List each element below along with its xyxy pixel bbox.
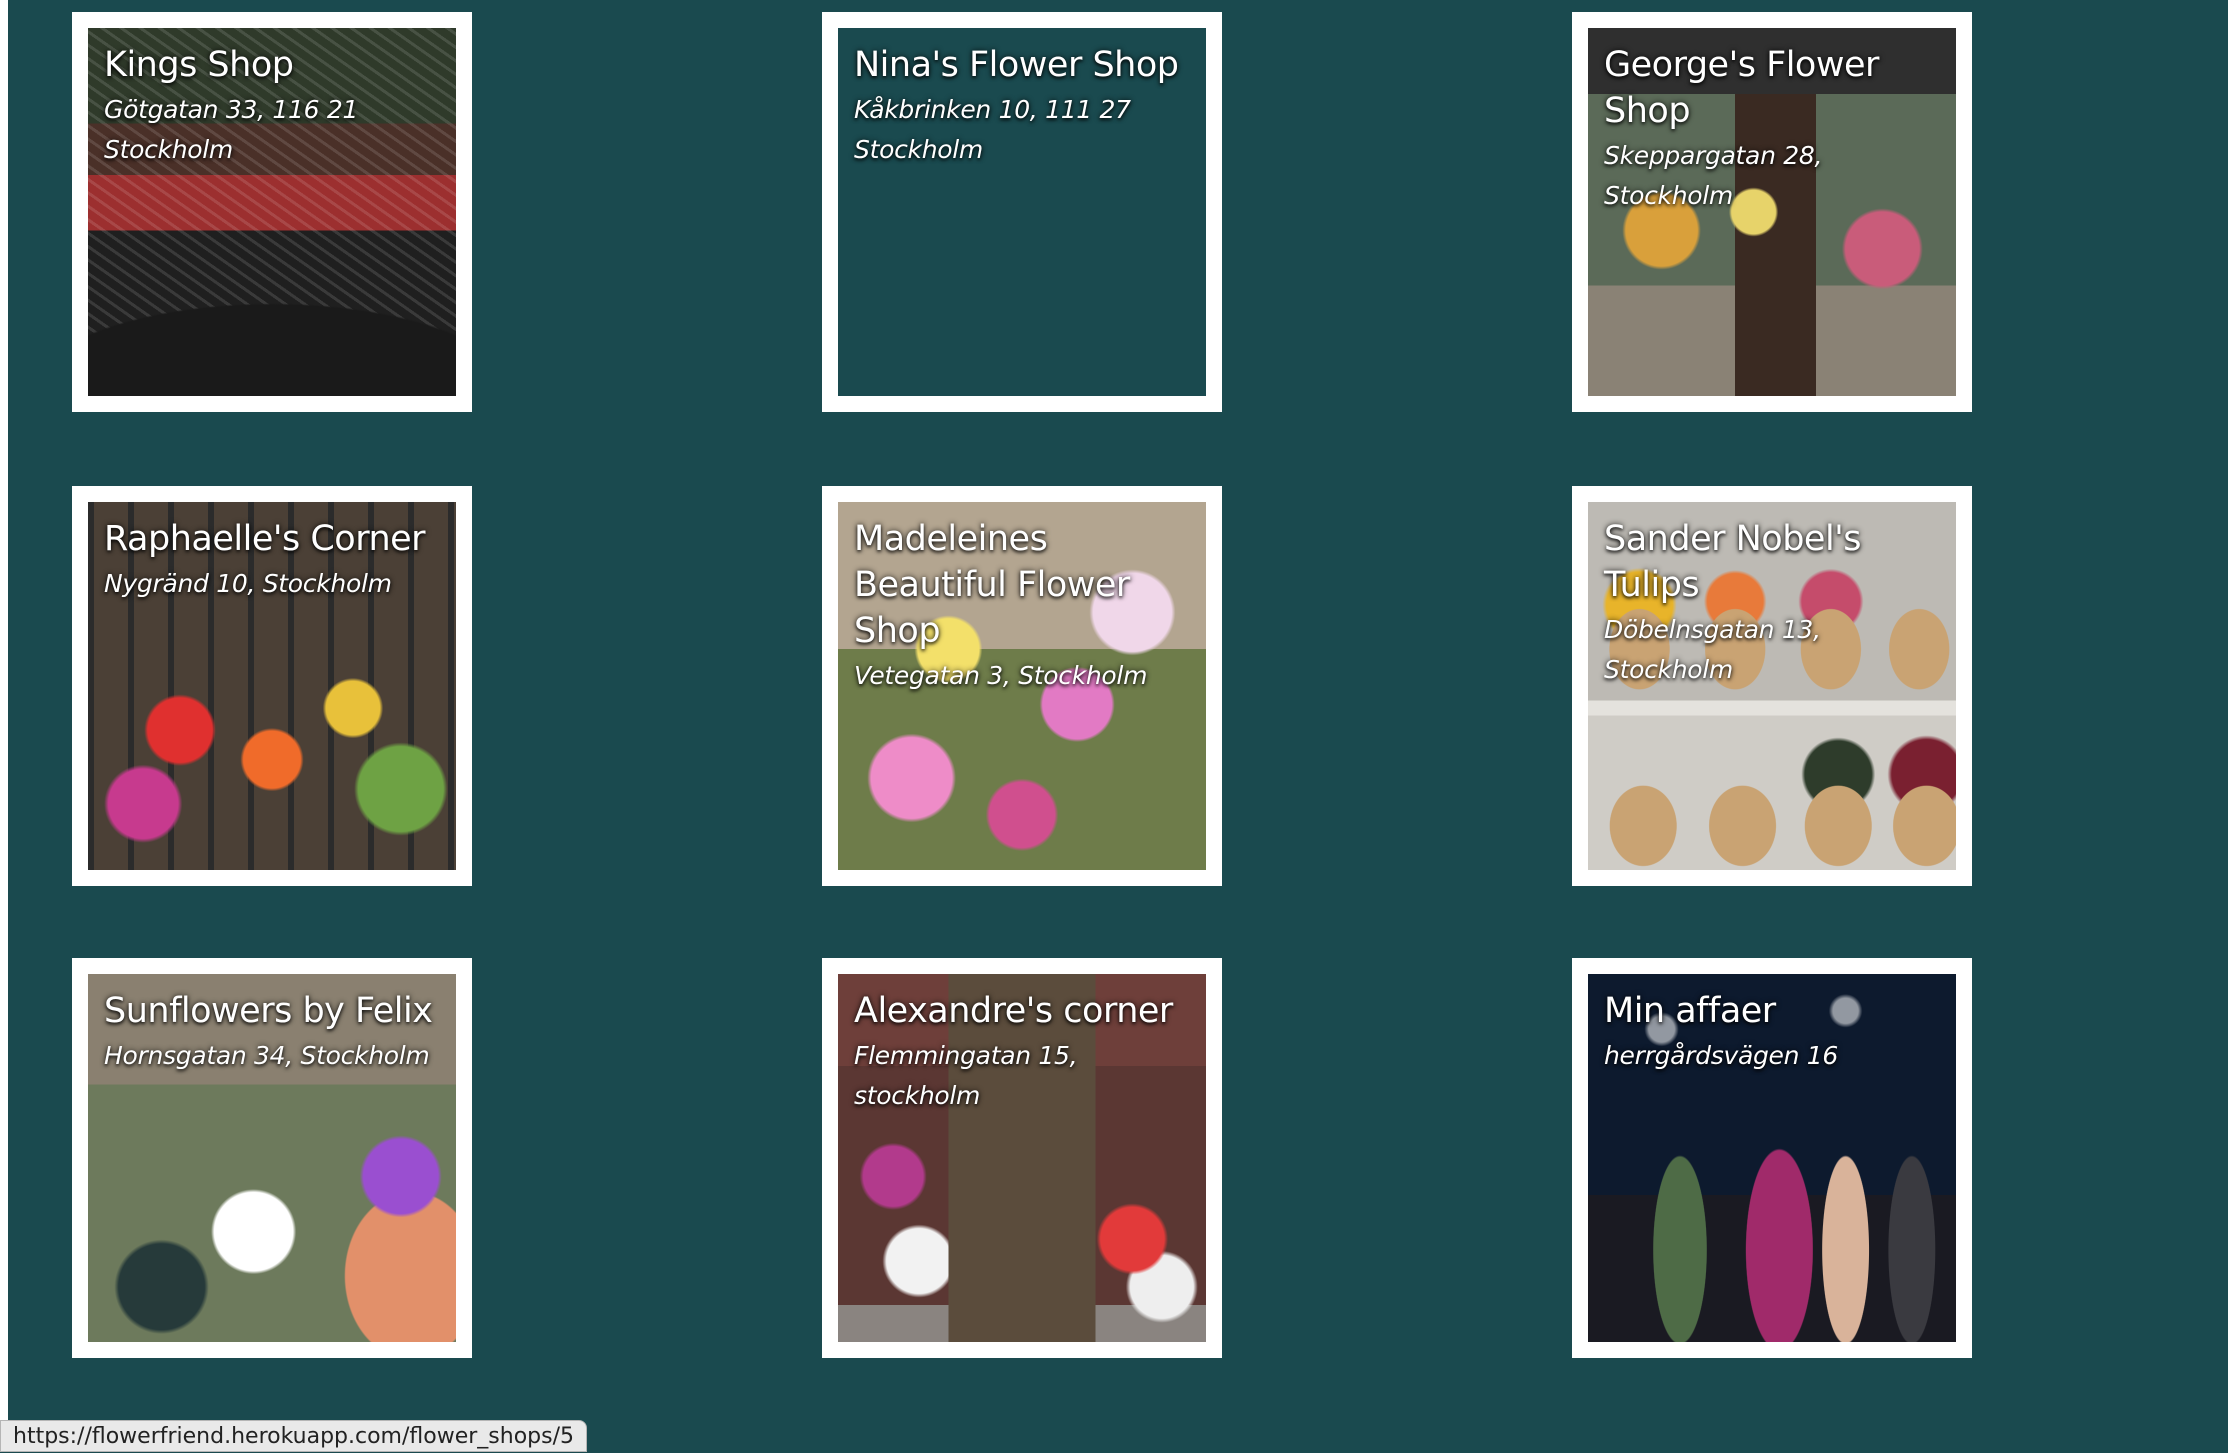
shop-name: Sunflowers by Felix [104,991,433,1031]
shop-caption: Nina's Flower Shop Kåkbrinken 10, 111 27… [854,42,1202,170]
shop-card-min-affaer[interactable]: Min affaer herrgårdsvägen 16 [1572,958,1972,1358]
shop-card-raphaelle[interactable]: Raphaelle's Corner Nygränd 10, Stockholm [72,486,472,886]
shop-card-kings[interactable]: Kings Shop Götgatan 33, 116 21 Stockholm [72,12,472,412]
shop-caption: George's Flower Shop Skeppargatan 28, St… [1604,42,1952,216]
shop-name: Raphaelle's Corner [104,519,426,559]
shop-caption: Alexandre's corner Flemmingatan 15, stoc… [854,988,1202,1116]
shop-name: Madeleines Beautiful Flower Shop [854,519,1130,651]
shop-card-madeleine[interactable]: Madeleines Beautiful Flower Shop Vetegat… [822,486,1222,886]
link-status-bar: https://flowerfriend.herokuapp.com/flowe… [0,1420,587,1452]
shop-address: Götgatan 33, 116 21 Stockholm [104,95,359,164]
shop-card-george[interactable]: George's Flower Shop Skeppargatan 28, St… [1572,12,1972,412]
shop-address: Döbelnsgatan 13, Stockholm [1604,615,1821,684]
shop-caption: Madeleines Beautiful Flower Shop Vetegat… [854,516,1202,696]
shop-photo: George's Flower Shop Skeppargatan 28, St… [1588,28,1956,396]
shop-address: Flemmingatan 15, stockholm [854,1041,1078,1110]
shop-address: Skeppargatan 28, Stockholm [1604,141,1823,210]
shop-address: Nygränd 10, Stockholm [104,569,392,598]
shop-photo: Min affaer herrgårdsvägen 16 [1588,974,1956,1342]
shop-caption: Raphaelle's Corner Nygränd 10, Stockholm [104,516,452,604]
shop-address: herrgårdsvägen 16 [1604,1041,1839,1070]
shop-photo: Raphaelle's Corner Nygränd 10, Stockholm [88,502,456,870]
shop-caption: Kings Shop Götgatan 33, 116 21 Stockholm [104,42,452,170]
shop-name: Min affaer [1604,991,1776,1031]
shop-caption: Sunflowers by Felix Hornsgatan 34, Stock… [104,988,452,1076]
shop-name: George's Flower Shop [1604,45,1879,131]
shop-name: Nina's Flower Shop [854,45,1179,85]
shop-address: Hornsgatan 34, Stockholm [104,1041,430,1070]
shop-name: Sander Nobel's Tulips [1604,519,1862,605]
shop-address: Vetegatan 3, Stockholm [854,661,1148,690]
shop-address: Kåkbrinken 10, 111 27 Stockholm [854,95,1131,164]
page-left-edge [0,0,8,1444]
shop-caption: Sander Nobel's Tulips Döbelnsgatan 13, S… [1604,516,1952,690]
shop-photo: Nina's Flower Shop Kåkbrinken 10, 111 27… [838,28,1206,396]
shop-caption: Min affaer herrgårdsvägen 16 [1604,988,1952,1076]
shop-card-nina[interactable]: Nina's Flower Shop Kåkbrinken 10, 111 27… [822,12,1222,412]
shop-name: Kings Shop [104,45,294,85]
shop-card-alexandre[interactable]: Alexandre's corner Flemmingatan 15, stoc… [822,958,1222,1358]
shop-photo: Sander Nobel's Tulips Döbelnsgatan 13, S… [1588,502,1956,870]
shop-photo: Madeleines Beautiful Flower Shop Vetegat… [838,502,1206,870]
shop-photo: Sunflowers by Felix Hornsgatan 34, Stock… [88,974,456,1342]
shop-card-felix[interactable]: Sunflowers by Felix Hornsgatan 34, Stock… [72,958,472,1358]
shop-card-sander[interactable]: Sander Nobel's Tulips Döbelnsgatan 13, S… [1572,486,1972,886]
shop-photo: Alexandre's corner Flemmingatan 15, stoc… [838,974,1206,1342]
shop-name: Alexandre's corner [854,991,1173,1031]
shop-photo: Kings Shop Götgatan 33, 116 21 Stockholm [88,28,456,396]
flower-shops-page: { "shops": [ { "name": "Kings Shop", "ad… [0,0,2228,1452]
